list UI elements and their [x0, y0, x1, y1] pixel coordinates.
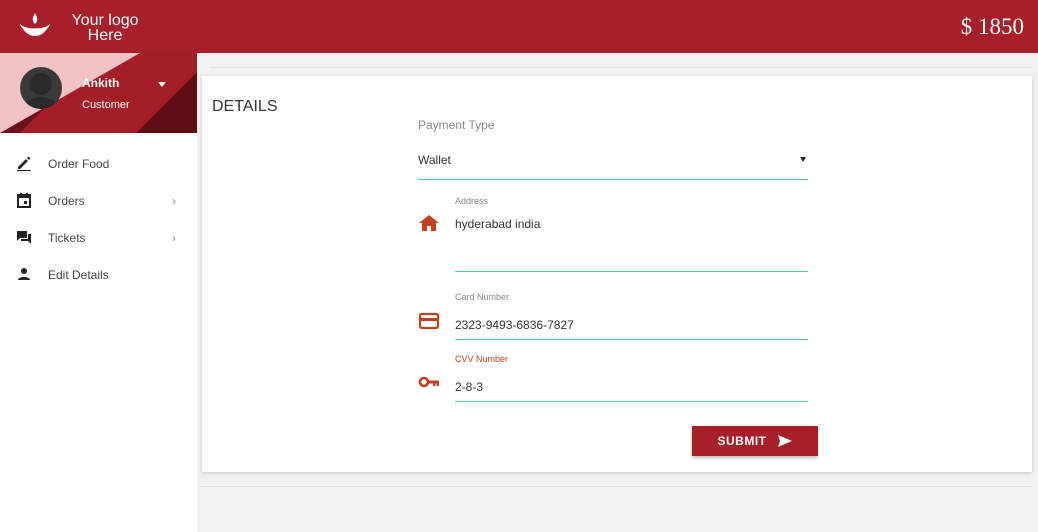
sidebar-item-label: Order Food	[48, 156, 110, 171]
profile-banner: Ankith Customer	[0, 53, 197, 133]
sidebar: Ankith Customer Order Food Orders › Tick…	[0, 53, 197, 532]
content-divider	[210, 67, 1032, 68]
page-title: DETAILS	[212, 98, 278, 115]
sidebar-item-label: Orders	[48, 193, 85, 208]
credit-card-icon	[418, 312, 440, 330]
lamp-logo-icon[interactable]	[18, 11, 52, 41]
submit-label: SUBMIT	[717, 434, 767, 448]
sidebar-item-label: Edit Details	[48, 267, 109, 282]
top-bar: Your logo Here $ 1850	[0, 0, 1038, 53]
address-label: Address	[455, 196, 489, 206]
chevron-right-icon: ›	[172, 230, 176, 245]
sidebar-menu: Order Food Orders › Tickets › Edit Detai…	[0, 145, 197, 293]
logo-line-2: Here	[87, 27, 123, 44]
sidebar-item-label: Tickets	[48, 230, 86, 245]
person-icon	[18, 268, 30, 280]
profile-role: Customer	[82, 99, 130, 111]
profile-name: Ankith	[82, 76, 120, 90]
details-card: DETAILS Payment Type Wallet Address hyde…	[202, 76, 1032, 472]
cvv-input[interactable]	[455, 372, 808, 402]
cvv-label: CVV Number	[455, 354, 509, 364]
sidebar-item-orders[interactable]: Orders ›	[0, 182, 197, 219]
sidebar-item-order-food[interactable]: Order Food	[0, 145, 197, 182]
payment-type-select[interactable]: Wallet	[418, 146, 808, 180]
payment-type-label: Payment Type	[418, 118, 495, 132]
pencil-icon	[17, 156, 31, 171]
avatar[interactable]	[20, 67, 62, 109]
home-icon	[419, 215, 439, 231]
logo-text[interactable]: Your logo Here	[67, 12, 143, 44]
submit-button[interactable]: SUBMIT	[692, 426, 818, 456]
profile-dropdown-caret-icon[interactable]	[158, 82, 166, 87]
cvv-field: CVV Number	[455, 354, 808, 402]
dropdown-arrow-icon	[800, 157, 806, 162]
payment-type-value: Wallet	[418, 153, 451, 167]
send-icon	[777, 435, 792, 447]
card-number-field: Card Number	[455, 292, 808, 340]
address-input[interactable]: hyderabad india	[455, 217, 808, 272]
chat-icon	[17, 231, 31, 244]
logo-line-1: Your logo	[71, 12, 139, 29]
content-divider	[200, 486, 1032, 487]
address-field: Address hyderabad india	[455, 196, 808, 272]
chevron-right-icon: ›	[172, 193, 176, 208]
sidebar-item-tickets[interactable]: Tickets ›	[0, 219, 197, 256]
key-icon	[418, 376, 439, 388]
calendar-icon	[17, 193, 31, 208]
wallet-balance: $ 1850	[960, 14, 1024, 39]
card-number-label: Card Number	[455, 292, 510, 302]
card-number-input[interactable]	[455, 310, 808, 340]
sidebar-item-edit-details[interactable]: Edit Details	[0, 256, 197, 293]
